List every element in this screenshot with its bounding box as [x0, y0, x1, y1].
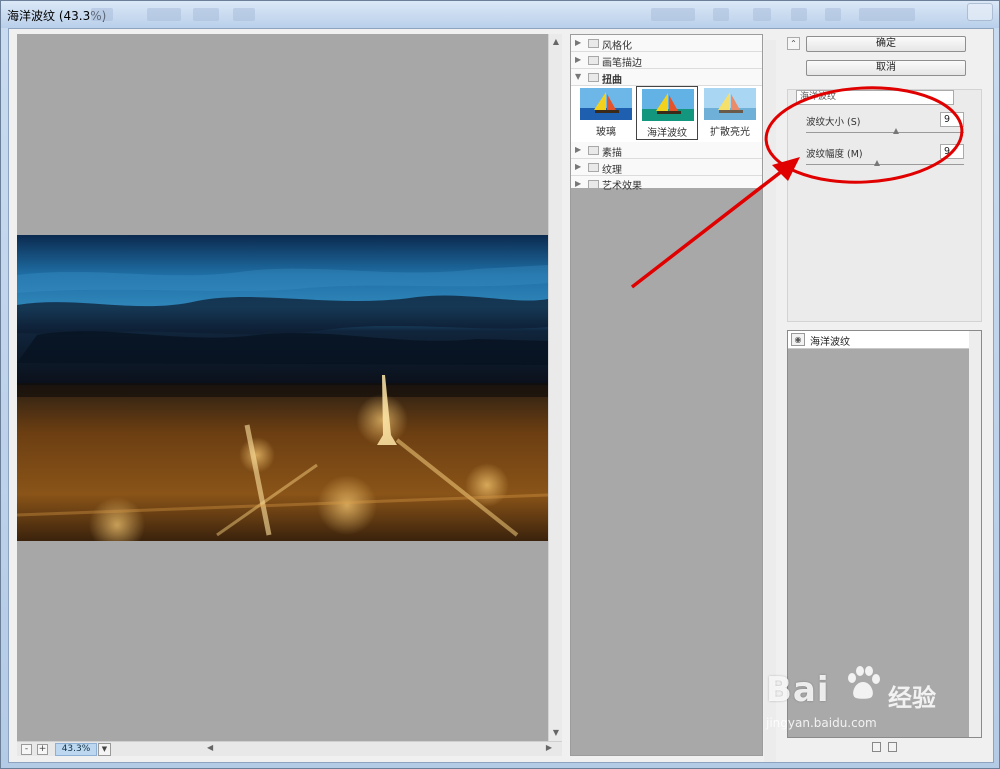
- filter-gallery-panel: ▶ 风格化 ▶ 画笔描边 ▼ 扭曲 玻璃 海洋波纹 扩散亮光 ▶ 素描 ▶ 纹理…: [570, 34, 776, 762]
- folder-icon: [588, 39, 599, 48]
- settings-panel: ⌃ 确定 取消 海洋波纹 波纹大小 (S) 9 波纹幅度 (M) 9 ◉ 海洋波…: [776, 34, 989, 756]
- ripple-magnitude-slider-track[interactable]: [806, 164, 964, 165]
- ok-button[interactable]: 确定: [806, 36, 966, 52]
- scroll-right-arrow[interactable]: ▶: [546, 743, 552, 752]
- filter-category-tree: ▶ 风格化 ▶ 画笔描边 ▼ 扭曲 玻璃 海洋波纹 扩散亮光 ▶ 素描 ▶ 纹理…: [571, 35, 762, 192]
- ripple-size-slider-knob[interactable]: [893, 128, 900, 134]
- preview-vertical-scrollbar[interactable]: ▲ ▼: [548, 34, 562, 741]
- ripple-magnitude-slider-knob[interactable]: [874, 160, 881, 166]
- category-brush-strokes[interactable]: ▶ 画笔描边: [571, 52, 762, 69]
- sailboat-thumbnail-icon: [580, 88, 632, 120]
- toolbar-ghost-icon: [193, 8, 219, 21]
- toolbar-ghost-icon: [859, 8, 915, 21]
- collapse-arrow-icon: ▼: [575, 72, 582, 81]
- category-stylize[interactable]: ▶ 风格化: [571, 35, 762, 52]
- preview-image: [17, 235, 548, 541]
- category-label: 画笔描边: [602, 58, 642, 69]
- gallery-scrollbar[interactable]: [764, 40, 776, 762]
- title-bar: 海洋波纹 (43.3%): [1, 1, 999, 28]
- preview-canvas[interactable]: [17, 34, 548, 741]
- preview-status-bar: - + 43.3% ▼ ◀ ▶: [17, 741, 562, 756]
- filter-label: 玻璃: [596, 127, 616, 138]
- filter-label: 扩散亮光: [710, 127, 750, 138]
- filter-settings-box: 海洋波纹 波纹大小 (S) 9 波纹幅度 (M) 9: [787, 89, 982, 322]
- zoom-in-button[interactable]: +: [37, 744, 48, 755]
- window-close-button[interactable]: [967, 3, 993, 21]
- filter-thumb-ocean-ripple[interactable]: 海洋波纹: [636, 86, 698, 140]
- layer-tools: [872, 742, 912, 754]
- filter-select-dropdown[interactable]: 海洋波纹: [796, 90, 954, 105]
- effect-layers-list: ◉ 海洋波纹: [787, 330, 982, 738]
- collapse-gallery-button[interactable]: ⌃: [787, 37, 800, 50]
- toolbar-ghost-icon: [825, 8, 841, 21]
- toolbar-ghost-icon: [147, 8, 181, 21]
- scroll-left-arrow[interactable]: ◀: [207, 743, 213, 752]
- zoom-level-field[interactable]: 43.3%: [55, 743, 97, 756]
- layers-scrollbar[interactable]: [969, 331, 981, 737]
- filter-thumb-glass[interactable]: 玻璃: [575, 86, 637, 140]
- folder-open-icon: [588, 73, 599, 82]
- sailboat-thumbnail-icon: [642, 89, 694, 121]
- ripple-size-input[interactable]: 9: [940, 112, 964, 127]
- ripple-size-label: 波纹大小 (S): [806, 117, 861, 128]
- distort-filter-thumbnails: 玻璃 海洋波纹 扩散亮光: [571, 86, 762, 142]
- category-label: 扭曲: [602, 75, 622, 86]
- visibility-eye-icon[interactable]: ◉: [791, 333, 805, 346]
- ripple-size-param: 波纹大小 (S) 9: [806, 112, 976, 144]
- toolbar-ghost-icon: [713, 8, 729, 21]
- filter-label: 海洋波纹: [647, 128, 687, 139]
- expand-arrow-icon: ▶: [575, 38, 582, 47]
- category-label: 艺术效果: [602, 181, 642, 192]
- category-label: 纹理: [602, 165, 622, 176]
- effect-layer-row[interactable]: ◉ 海洋波纹: [788, 331, 969, 349]
- toolbar-ghost-icon: [651, 8, 695, 21]
- ripple-magnitude-param: 波纹幅度 (M) 9: [806, 144, 976, 176]
- toolbar-ghost-icon: [233, 8, 255, 21]
- category-distort[interactable]: ▼ 扭曲: [571, 69, 762, 86]
- toolbar-ghost-icon: [753, 8, 771, 21]
- scroll-down-arrow[interactable]: ▼: [549, 727, 563, 739]
- cancel-button[interactable]: 取消: [806, 60, 966, 76]
- folder-icon: [588, 146, 599, 155]
- category-label: 素描: [602, 148, 622, 159]
- toolbar-ghost-icon: [91, 8, 113, 21]
- expand-arrow-icon: ▶: [575, 55, 582, 64]
- dialog-body: ▲ ▼ - + 43.3% ▼ ◀ ▶ ▶ 风格化 ▶ 画笔描边 ▼ 扭曲 玻璃…: [8, 28, 994, 763]
- ripple-magnitude-label: 波纹幅度 (M): [806, 149, 863, 160]
- filter-gallery-window: 海洋波纹 (43.3%) ▲ ▼ - + 43.3% ▼ ◀ ▶ ▶ 风格化 ▶…: [0, 0, 1000, 769]
- preview-horizontal-scrollbar[interactable]: ◀ ▶: [207, 743, 552, 754]
- category-label: 风格化: [602, 41, 632, 52]
- zoom-dropdown-button[interactable]: ▼: [98, 743, 111, 756]
- expand-arrow-icon: ▶: [575, 162, 582, 171]
- category-texture[interactable]: ▶ 纹理: [571, 159, 762, 176]
- sailboat-thumbnail-icon: [704, 88, 756, 120]
- filter-thumb-diffuse-glow[interactable]: 扩散亮光: [699, 86, 761, 140]
- folder-icon: [588, 56, 599, 65]
- new-effect-layer-icon[interactable]: [872, 742, 881, 752]
- ripple-size-slider-track[interactable]: [806, 132, 964, 133]
- expand-arrow-icon: ▶: [575, 145, 582, 154]
- folder-icon: [588, 180, 599, 189]
- delete-effect-layer-icon[interactable]: [888, 742, 897, 752]
- toolbar-ghost-icon: [791, 8, 807, 21]
- folder-icon: [588, 163, 599, 172]
- ripple-magnitude-input[interactable]: 9: [940, 144, 964, 159]
- category-sketch[interactable]: ▶ 素描: [571, 142, 762, 159]
- zoom-out-button[interactable]: -: [21, 744, 32, 755]
- category-artistic[interactable]: ▶ 艺术效果: [571, 176, 762, 192]
- effect-layer-name: 海洋波纹: [810, 337, 850, 348]
- scroll-up-arrow[interactable]: ▲: [549, 36, 563, 48]
- expand-arrow-icon: ▶: [575, 179, 582, 188]
